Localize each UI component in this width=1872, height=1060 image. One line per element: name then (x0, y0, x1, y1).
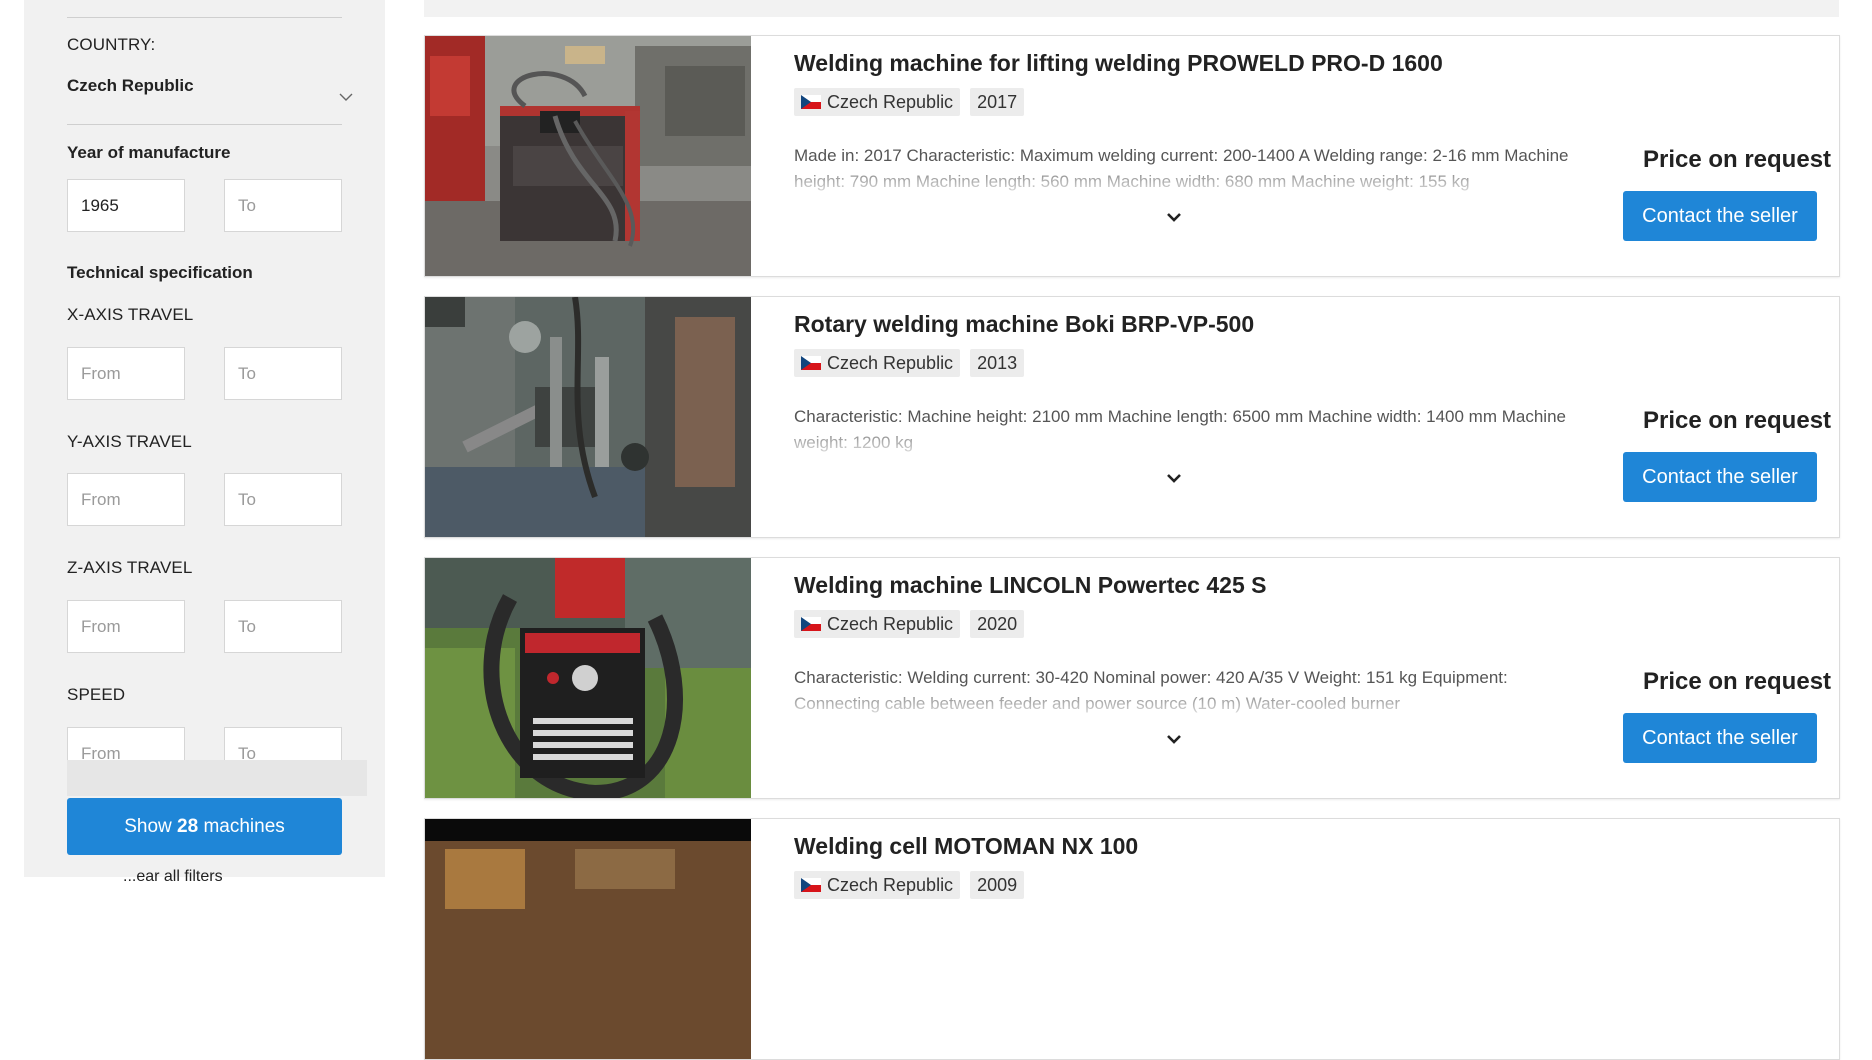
year-tag: 2013 (970, 349, 1025, 377)
divider (67, 17, 342, 18)
contact-seller-button[interactable]: Contact the seller (1623, 452, 1817, 502)
x-axis-travel-label: X-AXIS TRAVEL (67, 305, 194, 324)
filter-panel: COUNTRY: Czech Republic Year of manufact… (67, 0, 367, 885)
listing-tags: Czech Republic 2013 (794, 349, 1025, 377)
country-name: Czech Republic (827, 874, 954, 895)
technical-specification-label: Technical specification (67, 263, 253, 282)
country-value: Czech Republic (67, 76, 194, 95)
country-select[interactable]: COUNTRY: Czech Republic (67, 30, 367, 101)
year-tag: 2017 (970, 88, 1025, 116)
x-axis-from-input[interactable] (67, 347, 185, 400)
country-name: Czech Republic (827, 352, 954, 373)
country-tag: Czech Republic (794, 871, 961, 899)
listing-photo[interactable] (425, 819, 751, 1059)
listing-description: Characteristic: Machine height: 2100 mm … (794, 404, 1584, 456)
listing-photo[interactable] (425, 36, 751, 276)
contact-seller-button[interactable]: Contact the seller (1623, 191, 1817, 241)
price-label: Price on request (1642, 407, 1832, 434)
listing-title[interactable]: Rotary welding machine Boki BRP-VP-500 (794, 311, 1254, 338)
country-tag: Czech Republic (794, 610, 961, 638)
year-from-input[interactable] (67, 179, 185, 232)
listing-tags: Czech Republic 2017 (794, 88, 1025, 116)
show-machines-button[interactable]: Show 28 machines (67, 798, 342, 855)
divider (67, 124, 342, 125)
listing-card[interactable]: Welding machine LINCOLN Powertec 425 S C… (424, 557, 1840, 799)
z-axis-from-input[interactable] (67, 600, 185, 653)
listing-photo[interactable] (425, 558, 751, 798)
x-axis-to-input[interactable] (224, 347, 342, 400)
year-to-input[interactable] (224, 179, 342, 232)
listing-card[interactable]: Welding cell MOTOMAN NX 100 Czech Republ… (424, 818, 1840, 1060)
show-button-prefix: Show (124, 815, 172, 837)
czech-flag-icon (801, 95, 821, 109)
filter-sidebar: COUNTRY: Czech Republic Year of manufact… (24, 0, 385, 885)
chevron-down-icon (339, 93, 353, 101)
year-of-manufacture-label: Year of manufacture (67, 143, 231, 162)
machine-count: 28 (177, 815, 199, 837)
czech-flag-icon (801, 617, 821, 631)
z-axis-to-input[interactable] (224, 600, 342, 653)
show-button-suffix: machines (203, 815, 285, 837)
results-top-bar (424, 0, 1839, 17)
clear-filters-link[interactable]: ...ear all filters (123, 868, 223, 886)
scroll-fade (67, 760, 367, 796)
chevron-down-icon[interactable] (1166, 210, 1182, 224)
czech-flag-icon (801, 878, 821, 892)
country-name: Czech Republic (827, 91, 954, 112)
contact-seller-button[interactable]: Contact the seller (1623, 713, 1817, 763)
listing-title[interactable]: Welding machine for lifting welding PROW… (794, 50, 1443, 77)
listing-card[interactable]: Rotary welding machine Boki BRP-VP-500 C… (424, 296, 1840, 538)
listing-description: Characteristic: Welding current: 30-420 … (794, 665, 1584, 717)
listing-card[interactable]: Welding machine for lifting welding PROW… (424, 35, 1840, 277)
year-tag: 2020 (970, 610, 1025, 638)
listing-tags: Czech Republic 2009 (794, 871, 1025, 899)
description-fade (794, 169, 1584, 195)
price-label: Price on request (1642, 146, 1832, 173)
speed-label: SPEED (67, 685, 126, 704)
listing-tags: Czech Republic 2020 (794, 610, 1025, 638)
country-tag: Czech Republic (794, 88, 961, 116)
y-axis-from-input[interactable] (67, 473, 185, 526)
country-label: COUNTRY: (67, 35, 156, 54)
listing-photo[interactable] (425, 297, 751, 537)
year-tag: 2009 (970, 871, 1025, 899)
country-name: Czech Republic (827, 613, 954, 634)
chevron-down-icon[interactable] (1166, 471, 1182, 485)
listing-title[interactable]: Welding machine LINCOLN Powertec 425 S (794, 572, 1266, 599)
czech-flag-icon (801, 356, 821, 370)
description-fade (794, 430, 1584, 456)
y-axis-travel-label: Y-AXIS TRAVEL (67, 432, 192, 451)
description-fade (794, 691, 1584, 717)
listing-description: Made in: 2017 Characteristic: Maximum we… (794, 143, 1584, 195)
chevron-down-icon[interactable] (1166, 732, 1182, 746)
country-tag: Czech Republic (794, 349, 961, 377)
z-axis-travel-label: Z-AXIS TRAVEL (67, 558, 193, 577)
listing-title[interactable]: Welding cell MOTOMAN NX 100 (794, 833, 1138, 860)
price-label: Price on request (1642, 668, 1832, 695)
y-axis-to-input[interactable] (224, 473, 342, 526)
